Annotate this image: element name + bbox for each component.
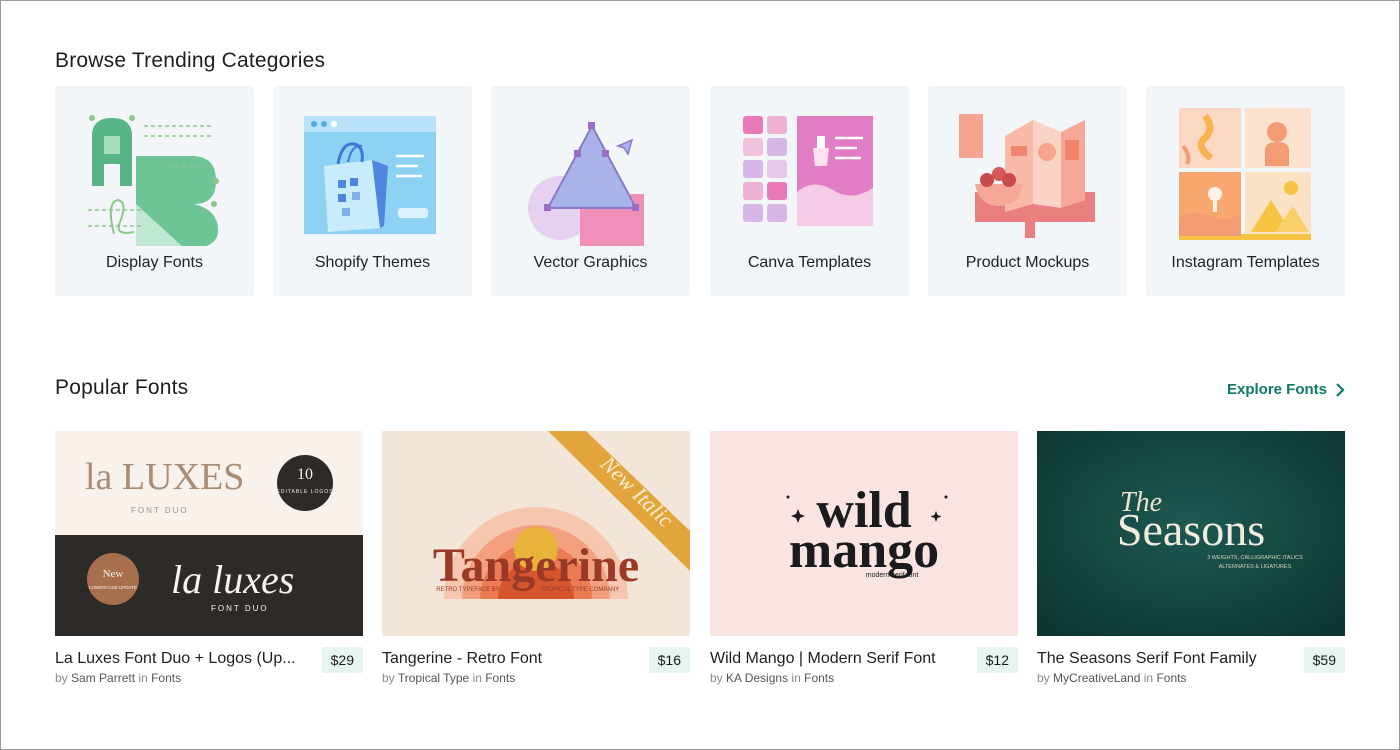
font-title[interactable]: Wild Mango | Modern Serif Font <box>710 650 960 668</box>
category-card-vector-graphics[interactable]: Vector Graphics <box>491 86 690 296</box>
byline: by Sam Parrett in Fonts <box>55 671 181 685</box>
category-label: Display Fonts <box>106 254 203 271</box>
wild-mango-preview-image: wild mango modern serif font <box>710 431 1018 636</box>
category-link[interactable]: Fonts <box>804 671 834 685</box>
font-card-tangerine[interactable]: New Italic Tangerine RETRO TYPEFACE BY T… <box>382 431 690 691</box>
badge2-caption-text: LOWERCASE UPDATE <box>89 585 137 590</box>
popular-fonts-list: la LUXES FONT DUO 10 EDITABLE LOGOS New … <box>55 431 1345 691</box>
author-link[interactable]: Tropical Type <box>398 671 469 685</box>
popular-section-title: Popular Fonts <box>55 376 189 399</box>
price-badge: $29 <box>321 647 363 673</box>
vector-graphics-illustration <box>528 122 644 246</box>
seasons-sub2-text: ALTERNATES & LIGATURES <box>1219 564 1292 570</box>
font-thumbnail[interactable]: la LUXES FONT DUO 10 EDITABLE LOGOS New … <box>55 431 363 636</box>
font-title[interactable]: Tangerine - Retro Font <box>382 650 632 668</box>
byline-by-text: by <box>55 671 68 685</box>
byline-in-text: in <box>472 671 482 685</box>
category-link[interactable]: Fonts <box>151 671 181 685</box>
sub-bottom-text: FONT DUO <box>211 604 269 613</box>
byline-by-text: by <box>1037 671 1050 685</box>
tangerine-preview-image: New Italic Tangerine RETRO TYPEFACE BY T… <box>382 431 690 636</box>
the-seasons-preview-image: The Seasons 3 WEIGHTS, CALLIGRAPHIC ITAL… <box>1037 431 1345 636</box>
category-link[interactable]: Fonts <box>1156 671 1186 685</box>
la-luxes-preview-image: la LUXES FONT DUO 10 EDITABLE LOGOS New … <box>55 431 363 636</box>
trending-section-title: Browse Trending Categories <box>55 49 326 72</box>
byline: by MyCreativeLand in Fonts <box>1037 671 1186 685</box>
tangerine-word: Tangerine <box>433 539 639 592</box>
font-card-la-luxes[interactable]: la LUXES FONT DUO 10 EDITABLE LOGOS New … <box>55 431 363 691</box>
author-link[interactable]: Sam Parrett <box>71 671 135 685</box>
category-label: Product Mockups <box>965 254 1090 271</box>
badge-caption-text: EDITABLE LOGOS <box>277 489 334 495</box>
trending-categories: Display Fonts Shopify Themes Vector Grap… <box>55 86 1345 296</box>
category-label: Vector Graphics <box>533 254 648 271</box>
font-card-wild-mango[interactable]: wild mango modern serif font Wild Mango … <box>710 431 1018 691</box>
byline-in-text: in <box>1143 671 1154 685</box>
sub-left-text: RETRO TYPEFACE BY <box>436 587 500 593</box>
canva-templates-illustration <box>743 116 873 226</box>
wild-mango-sub-text: modern serif font <box>866 572 919 579</box>
category-card-instagram-templates[interactable]: Instagram Templates <box>1146 86 1345 296</box>
font-card-the-seasons[interactable]: The Seasons 3 WEIGHTS, CALLIGRAPHIC ITAL… <box>1037 431 1345 691</box>
explore-fonts-link[interactable]: Explore Fonts <box>1227 381 1345 398</box>
font-title[interactable]: The Seasons Serif Font Family <box>1037 650 1287 668</box>
logo-bottom-text: la luxes <box>171 557 294 602</box>
shopify-themes-illustration <box>304 116 436 234</box>
category-card-display-fonts[interactable]: Display Fonts <box>55 86 254 296</box>
font-thumbnail[interactable]: The Seasons 3 WEIGHTS, CALLIGRAPHIC ITAL… <box>1037 431 1345 636</box>
byline: by KA Designs in Fonts <box>710 671 834 685</box>
sub-right-text: TROPICAL TYPE COMPANY <box>541 587 620 593</box>
category-label: Shopify Themes <box>314 254 431 271</box>
price-badge: $59 <box>1303 647 1345 673</box>
seasons-sub1-text: 3 WEIGHTS, CALLIGRAPHIC ITALICS <box>1207 555 1303 561</box>
byline-by-text: by <box>710 671 723 685</box>
font-thumbnail[interactable]: New Italic Tangerine RETRO TYPEFACE BY T… <box>382 431 690 636</box>
product-mockups-illustration <box>959 114 1095 238</box>
display-fonts-illustration <box>88 115 219 246</box>
category-card-shopify-themes[interactable]: Shopify Themes <box>273 86 472 296</box>
byline: by Tropical Type in Fonts <box>382 671 515 685</box>
category-card-product-mockups[interactable]: Product Mockups <box>928 86 1127 296</box>
byline-in-text: in <box>138 671 148 685</box>
byline-by-text: by <box>382 671 395 685</box>
author-link[interactable]: KA Designs <box>726 671 788 685</box>
chevron-right-icon <box>1336 382 1345 397</box>
category-label: Canva Templates <box>747 254 872 271</box>
category-card-canva-templates[interactable]: Canva Templates <box>710 86 909 296</box>
explore-fonts-label: Explore Fonts <box>1226 381 1327 398</box>
category-link[interactable]: Fonts <box>485 671 515 685</box>
badge-number-text: 10 <box>297 466 313 483</box>
category-label: Instagram Templates <box>1171 254 1320 271</box>
seasons-word: Seasons <box>1117 504 1265 555</box>
badge2-top-text: New <box>103 568 124 580</box>
font-thumbnail[interactable]: wild mango modern serif font <box>710 431 1018 636</box>
sub-top-text: FONT DUO <box>131 506 189 515</box>
byline-in-text: in <box>791 671 801 685</box>
logo-top-text: la LUXES <box>85 456 244 498</box>
price-badge: $12 <box>976 647 1018 673</box>
font-title[interactable]: La Luxes Font Duo + Logos (Up... <box>55 650 305 668</box>
instagram-templates-illustration <box>1179 108 1311 240</box>
price-badge: $16 <box>648 647 690 673</box>
author-link[interactable]: MyCreativeLand <box>1053 671 1140 685</box>
mango-word: mango <box>789 522 939 579</box>
